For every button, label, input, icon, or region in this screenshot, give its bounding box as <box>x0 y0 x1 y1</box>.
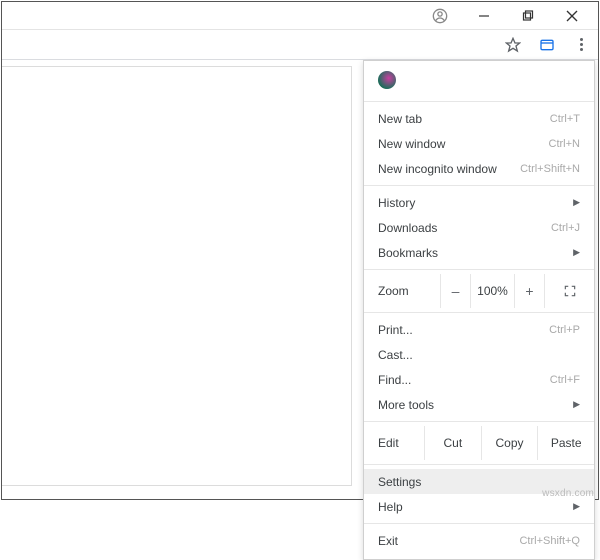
menu-item-history[interactable]: History ▶ <box>364 190 594 215</box>
menu-item-zoom: Zoom – 100% + <box>364 274 594 308</box>
menu-item-print[interactable]: Print... Ctrl+P <box>364 317 594 342</box>
menu-separator <box>364 312 594 313</box>
watermark: wsxdn.com <box>542 488 594 499</box>
menu-separator <box>364 421 594 422</box>
minimize-button[interactable] <box>462 3 506 29</box>
zoom-value: 100% <box>470 274 514 308</box>
menu-shortcut: Ctrl+J <box>551 222 580 234</box>
cut-button[interactable]: Cut <box>424 426 481 460</box>
page-panel <box>2 66 352 486</box>
menu-label: Find... <box>378 373 411 387</box>
menu-label: New incognito window <box>378 162 497 176</box>
menu-shortcut: Ctrl+F <box>550 374 580 386</box>
chrome-menu: New tab Ctrl+T New window Ctrl+N New inc… <box>363 60 595 560</box>
menu-label: Bookmarks <box>378 246 438 260</box>
maximize-button[interactable] <box>506 3 550 29</box>
menu-button[interactable] <box>570 34 592 56</box>
zoom-out-button[interactable]: – <box>440 274 470 308</box>
submenu-arrow-icon: ▶ <box>573 399 580 410</box>
profile-row[interactable] <box>364 67 594 97</box>
menu-shortcut: Ctrl+N <box>549 138 580 150</box>
menu-label: More tools <box>378 398 434 412</box>
edit-label: Edit <box>364 436 424 450</box>
menu-item-downloads[interactable]: Downloads Ctrl+J <box>364 215 594 240</box>
menu-item-new-incognito[interactable]: New incognito window Ctrl+Shift+N <box>364 156 594 181</box>
titlebar <box>2 2 598 30</box>
menu-label: History <box>378 196 415 210</box>
menu-separator <box>364 523 594 524</box>
menu-label: New window <box>378 137 445 151</box>
user-avatar-icon[interactable] <box>418 3 462 29</box>
submenu-arrow-icon: ▶ <box>573 197 580 208</box>
extension-icon[interactable] <box>536 34 558 56</box>
menu-separator <box>364 464 594 465</box>
menu-shortcut: Ctrl+T <box>550 113 580 125</box>
menu-item-cast[interactable]: Cast... <box>364 342 594 367</box>
menu-item-bookmarks[interactable]: Bookmarks ▶ <box>364 240 594 265</box>
menu-item-new-window[interactable]: New window Ctrl+N <box>364 131 594 156</box>
paste-button[interactable]: Paste <box>537 426 594 460</box>
browser-window: New tab Ctrl+T New window Ctrl+N New inc… <box>1 1 599 500</box>
menu-item-edit: Edit Cut Copy Paste <box>364 426 594 460</box>
menu-item-exit[interactable]: Exit Ctrl+Shift+Q <box>364 528 594 553</box>
menu-separator <box>364 185 594 186</box>
zoom-label: Zoom <box>364 284 440 298</box>
menu-label: Downloads <box>378 221 437 235</box>
menu-shortcut: Ctrl+P <box>549 324 580 336</box>
profile-avatar-icon <box>378 71 396 89</box>
toolbar <box>2 30 598 60</box>
menu-label: Settings <box>378 475 421 489</box>
menu-label: Cast... <box>378 348 413 362</box>
fullscreen-button[interactable] <box>544 274 594 308</box>
menu-shortcut: Ctrl+Shift+Q <box>519 535 580 547</box>
zoom-in-button[interactable]: + <box>514 274 544 308</box>
menu-label: Print... <box>378 323 413 337</box>
content-area: New tab Ctrl+T New window Ctrl+N New inc… <box>2 60 598 499</box>
menu-item-find[interactable]: Find... Ctrl+F <box>364 367 594 392</box>
menu-label: Exit <box>378 534 398 548</box>
menu-label: Help <box>378 500 403 514</box>
menu-item-more-tools[interactable]: More tools ▶ <box>364 392 594 417</box>
bookmark-star-icon[interactable] <box>502 34 524 56</box>
copy-button[interactable]: Copy <box>481 426 538 460</box>
submenu-arrow-icon: ▶ <box>573 247 580 258</box>
three-dots-icon <box>580 38 583 51</box>
close-button[interactable] <box>550 3 594 29</box>
menu-label: New tab <box>378 112 422 126</box>
menu-item-new-tab[interactable]: New tab Ctrl+T <box>364 106 594 131</box>
menu-separator <box>364 269 594 270</box>
menu-separator <box>364 101 594 102</box>
submenu-arrow-icon: ▶ <box>573 501 580 512</box>
menu-shortcut: Ctrl+Shift+N <box>520 163 580 175</box>
